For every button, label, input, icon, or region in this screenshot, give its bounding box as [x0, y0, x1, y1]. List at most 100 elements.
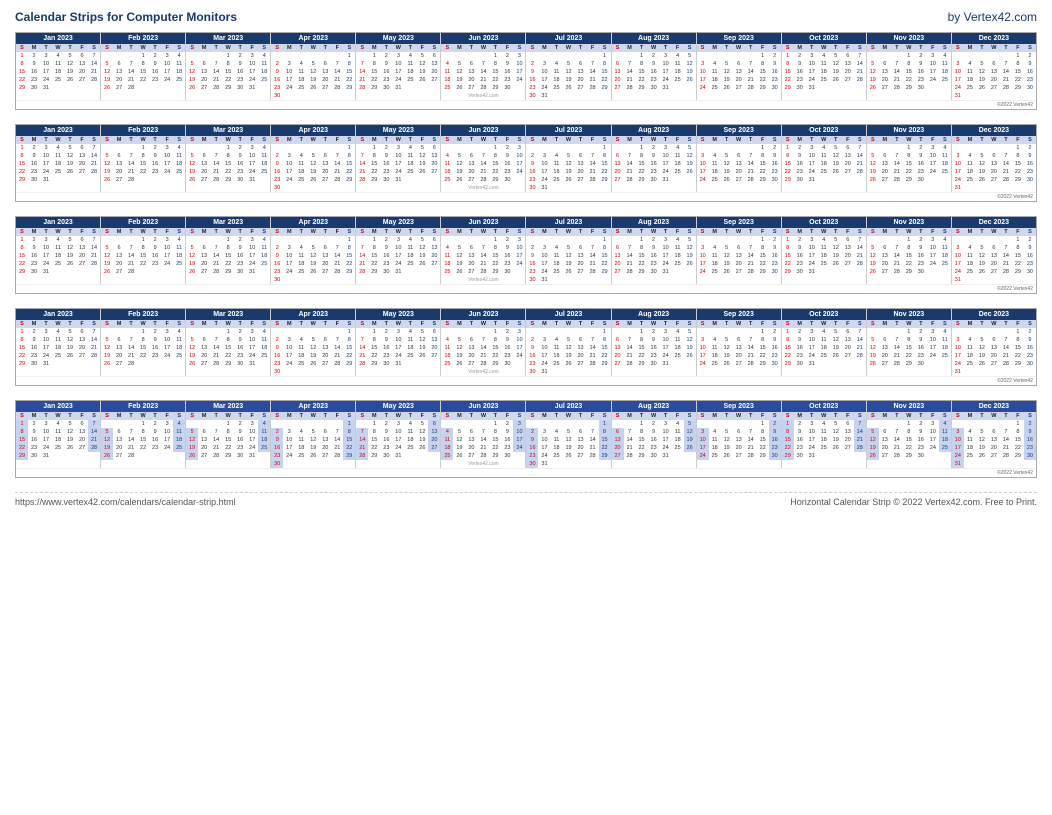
day-cell: 9 [501, 336, 513, 344]
day-cell: 28 [745, 452, 757, 460]
day-cell: 26 [186, 84, 198, 92]
day-cell: 9 [501, 60, 513, 68]
day-cell: 9 [648, 152, 660, 160]
day-cell: 19 [307, 168, 319, 176]
day-cell: 6 [842, 144, 854, 152]
day-cell: 13 [575, 160, 587, 168]
day-cell: 31 [952, 92, 964, 100]
month-block: Mar 2023SMTWTFS1234567891011121314151617… [186, 401, 271, 468]
day-cell: 1 [343, 328, 355, 336]
day-cell: 5 [101, 244, 113, 252]
day-cell: 24 [513, 168, 525, 176]
day-cell: 17 [513, 68, 525, 76]
day-cell: 8 [782, 336, 794, 344]
dow-cell: T [404, 136, 416, 144]
day-cell: 23 [794, 444, 806, 452]
month-header: Apr 2023 [271, 401, 355, 412]
dow-cell: T [891, 44, 903, 52]
day-empty [709, 328, 721, 336]
day-cell: 19 [307, 76, 319, 84]
day-cell: 1 [489, 328, 501, 336]
day-empty [550, 52, 562, 60]
day-cell: 24 [952, 176, 964, 184]
month-header: Sep 2023 [697, 33, 781, 44]
day-cell: 14 [745, 436, 757, 444]
day-cell: 23 [769, 352, 781, 360]
day-cell: 29 [1012, 268, 1024, 276]
day-cell: 25 [441, 84, 453, 92]
day-cell: 6 [113, 60, 125, 68]
day-cell: 29 [222, 452, 234, 460]
day-cell: 5 [64, 144, 76, 152]
day-cell: 22 [757, 260, 769, 268]
day-cell: 8 [599, 336, 611, 344]
day-cell: 3 [513, 328, 525, 336]
day-cell: 15 [343, 436, 355, 444]
dow-cell: T [915, 44, 927, 52]
day-empty [952, 420, 964, 428]
day-empty [198, 236, 210, 244]
month-block: Jun 2023SMTWTFS1234567891011121314151617… [441, 33, 526, 100]
day-empty [575, 52, 587, 60]
dow-cell: W [52, 136, 64, 144]
dow-cell: S [441, 44, 453, 52]
day-cell: 26 [721, 176, 733, 184]
day-cell: 25 [964, 268, 976, 276]
dow-cell: S [186, 136, 198, 144]
day-cell: 7 [356, 428, 368, 436]
dow-cell: F [501, 136, 513, 144]
day-cell: 15 [636, 160, 648, 168]
day-cell: 8 [636, 244, 648, 252]
day-cell: 22 [1012, 352, 1024, 360]
day-cell: 7 [88, 328, 100, 336]
day-cell: 16 [28, 252, 40, 260]
day-cell: 29 [599, 84, 611, 92]
day-cell: 24 [283, 268, 295, 276]
day-cell: 4 [550, 152, 562, 160]
day-cell: 20 [733, 444, 745, 452]
day-cell: 12 [867, 344, 879, 352]
day-cell: 2 [769, 328, 781, 336]
day-cell: 10 [952, 160, 964, 168]
day-cell: 1 [368, 144, 380, 152]
day-cell: 1 [636, 144, 648, 152]
day-cell: 27 [198, 360, 210, 368]
day-cell: 23 [149, 76, 161, 84]
day-cell: 29 [343, 176, 355, 184]
day-cell: 20 [319, 352, 331, 360]
month-header: Feb 2023 [101, 401, 185, 412]
day-cell: 8 [599, 60, 611, 68]
dow-cell: T [319, 136, 331, 144]
month-header: Oct 2023 [782, 401, 866, 412]
day-cell: 11 [52, 60, 64, 68]
dow-cell: T [234, 136, 246, 144]
day-cell: 13 [842, 244, 854, 252]
day-cell: 11 [404, 60, 416, 68]
day-cell: 9 [769, 152, 781, 160]
month-block: Dec 2023SMTWTFS1234567891011121314151617… [952, 217, 1036, 284]
day-cell: 11 [709, 252, 721, 260]
dow-cell: W [818, 44, 830, 52]
day-cell: 11 [404, 244, 416, 252]
day-cell: 11 [550, 252, 562, 260]
footer-url[interactable]: https://www.vertex42.com/calendars/calen… [15, 497, 236, 507]
day-cell: 20 [76, 252, 88, 260]
day-cell: 24 [952, 84, 964, 92]
day-cell: 10 [513, 244, 525, 252]
day-cell: 4 [52, 236, 64, 244]
day-cell: 8 [222, 428, 234, 436]
dow-cell: S [526, 320, 538, 328]
day-cell: 11 [818, 428, 830, 436]
day-cell: 30 [28, 176, 40, 184]
day-cell: 28 [587, 176, 599, 184]
dow-cell: S [271, 136, 283, 144]
page-title: Calendar Strips for Computer Monitors [15, 10, 237, 24]
day-cell: 26 [830, 260, 842, 268]
day-cell: 29 [903, 360, 915, 368]
dow-cell: W [477, 228, 489, 236]
day-cell: 24 [40, 444, 52, 452]
dow-cell: T [891, 136, 903, 144]
day-cell: 19 [453, 260, 465, 268]
day-cell: 5 [307, 336, 319, 344]
day-cell: 1 [137, 144, 149, 152]
